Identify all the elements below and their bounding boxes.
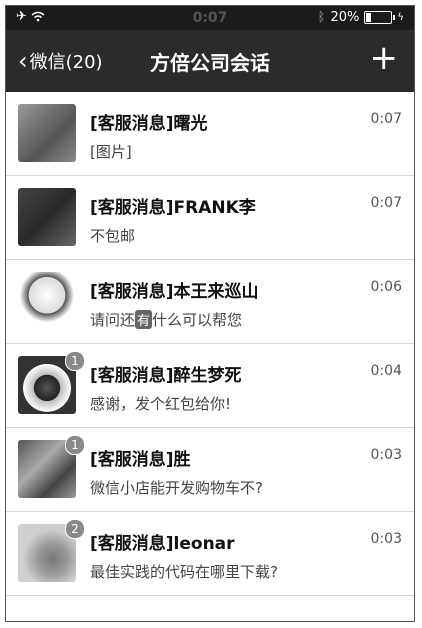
conversation-time: 0:07	[370, 195, 402, 211]
emoji-icon: 有	[135, 310, 153, 329]
list-item[interactable]: 2 [客服消息]leonar 最佳实践的代码在哪里下载? 0:03	[6, 512, 414, 596]
status-bar: ✈ 0:07 ᛒ 20% ϟ	[6, 6, 414, 30]
conversation-message: [图片]	[90, 143, 132, 161]
conversation-name: [客服消息]醉生梦死	[90, 366, 242, 386]
avatar	[18, 272, 76, 330]
message-text-pre: 请问还	[90, 311, 136, 329]
conversation-message: 不包邮	[90, 227, 136, 245]
unread-badge: 2	[65, 519, 85, 539]
conversation-message: 最佳实践的代码在哪里下载?	[90, 563, 278, 581]
list-item[interactable]: 1 [客服消息]胜 微信小店能开发购物车不? 0:03	[6, 428, 414, 512]
conversation-time: 0:07	[370, 111, 402, 127]
list-item[interactable]: [客服消息]本王来巡山 请问还有什么可以帮您 0:06	[6, 260, 414, 344]
conversation-time: 0:03	[370, 531, 402, 547]
conversation-name: [客服消息]leonar	[90, 534, 235, 554]
page-title: 方倍公司会话	[150, 51, 270, 75]
conversation-message: 感谢，发个红包给你!	[90, 395, 232, 413]
unread-badge: 1	[65, 351, 85, 371]
unread-badge: 1	[65, 435, 85, 455]
battery-percent: 20%	[330, 10, 360, 25]
status-right: ᛒ 20% ϟ	[318, 10, 404, 25]
bluetooth-icon: ᛒ	[317, 10, 326, 25]
message-text-post: 什么可以帮您	[152, 311, 243, 329]
list-item[interactable]: [客服消息]曙光 [图片] 0:07	[6, 92, 414, 176]
avatar	[18, 188, 76, 246]
add-button[interactable]: +	[370, 40, 399, 76]
charging-icon: ϟ	[397, 12, 404, 23]
phone-screen: ✈ 0:07 ᛒ 20% ϟ ‹ 微信(20) 方倍公司会话 + [客服消息]曙…	[5, 5, 415, 622]
list-item[interactable]: [客服消息]FRANK李 不包邮 0:07	[6, 176, 414, 260]
avatar	[18, 104, 76, 162]
conversation-time: 0:03	[370, 447, 402, 463]
conversation-name: [客服消息]本王来巡山	[90, 282, 259, 302]
conversation-message: 微信小店能开发购物车不?	[90, 479, 263, 497]
navigation-bar: ‹ 微信(20) 方倍公司会话 +	[6, 30, 414, 92]
conversation-list: [客服消息]曙光 [图片] 0:07 [客服消息]FRANK李 不包邮 0:07…	[6, 92, 414, 596]
conversation-name: [客服消息]曙光	[90, 114, 208, 134]
battery-icon	[364, 11, 396, 24]
conversation-message: 请问还有什么可以帮您	[90, 309, 242, 330]
battery-fill	[366, 13, 372, 22]
conversation-name: [客服消息]FRANK李	[90, 198, 256, 218]
conversation-name: [客服消息]胜	[90, 450, 191, 470]
list-item[interactable]: 1 [客服消息]醉生梦死 感谢，发个红包给你! 0:04	[6, 344, 414, 428]
conversation-time: 0:06	[370, 279, 402, 295]
conversation-time: 0:04	[370, 363, 402, 379]
